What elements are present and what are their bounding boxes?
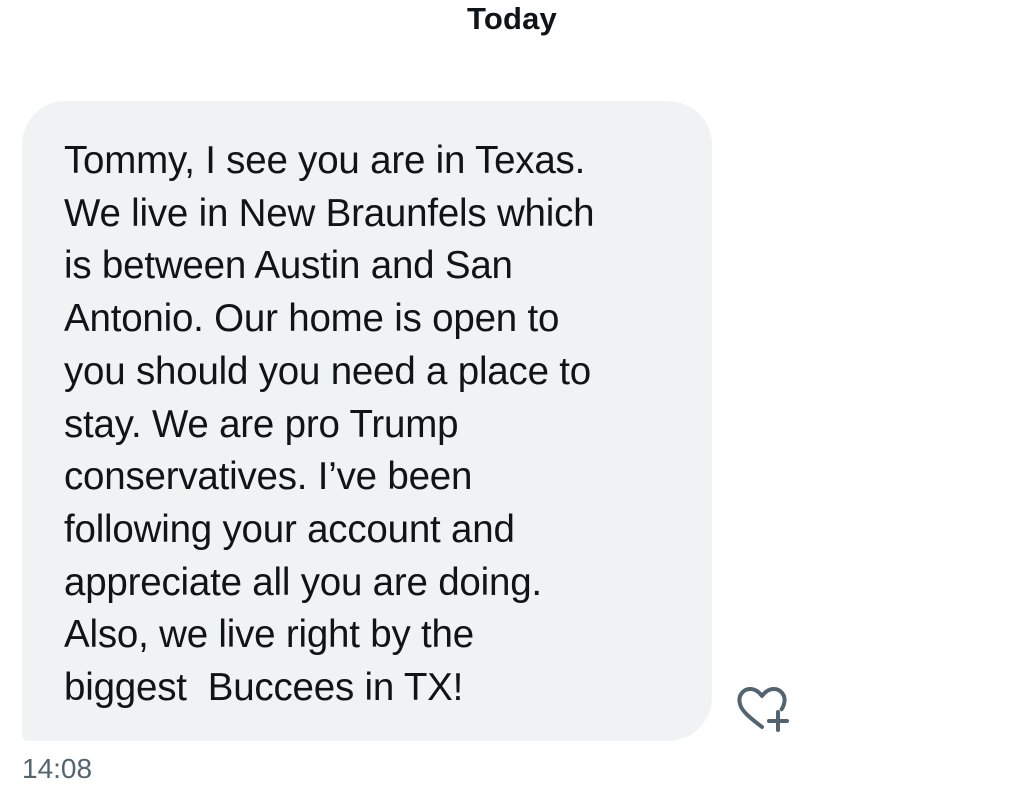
message-line: is between Austin and San [64,244,513,288]
message-line: stay. We are pro Trump [64,402,459,446]
message-line: We live in New Braunfels which [64,191,595,235]
message-line: Antonio. Our home is open to [64,297,560,341]
message-line: biggest Buccees in TX! [64,666,464,710]
message-line: Also, we live right by the [64,613,474,657]
message-text: Tommy, I see you are in Texas. We live in… [64,135,700,715]
message-line: following your account and [64,507,515,551]
message-bubble[interactable]: Tommy, I see you are in Texas. We live in… [22,101,712,741]
add-reaction-button[interactable] [734,684,796,734]
message-line: Tommy, I see you are in Texas. [64,139,586,182]
date-divider: Today [467,1,557,36]
message-line: appreciate all you are doing. [64,560,542,604]
heart-plus-icon [737,687,789,732]
message-line: you should you need a place to [64,349,591,393]
message-line: conservatives. I’ve been [64,455,473,499]
message-timestamp: 14:08 [22,753,93,784]
